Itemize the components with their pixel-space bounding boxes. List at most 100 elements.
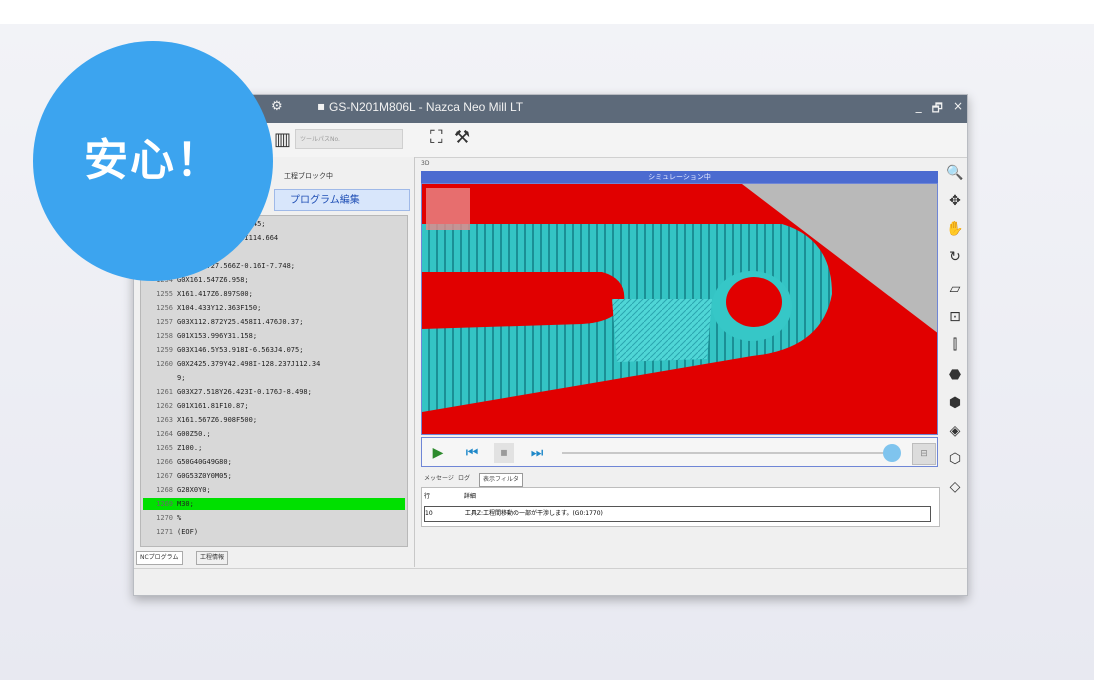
code-line[interactable]: 9; <box>143 372 405 384</box>
slider-knob[interactable] <box>883 444 901 462</box>
code-line[interactable]: 1262 G01X161.81F10.87; <box>143 400 405 412</box>
code-line[interactable]: 1269 M30; <box>143 498 405 510</box>
end-button[interactable]: ⊟ <box>912 443 936 465</box>
code-line[interactable]: 1263 X161.567Z6.908F500; <box>143 414 405 426</box>
code-line[interactable]: 1270% <box>143 512 405 524</box>
stock-view-icon[interactable]: ◇ <box>945 477 965 497</box>
tab-display-filter[interactable]: 表示フィルタ <box>479 473 523 487</box>
line-number: 1268 <box>156 486 173 494</box>
code-text: G03X146.5Y53.918I-6.563J4.075; <box>177 346 304 354</box>
code-line[interactable]: 1256 X104.433Y12.363F150; <box>143 302 405 314</box>
line-number: 1261 <box>156 388 173 396</box>
solid-view-icon[interactable]: ⬣ <box>945 365 965 385</box>
machine-icon[interactable]: ⛶ <box>430 127 443 148</box>
tab-process-info[interactable]: 工程情報 <box>196 551 229 565</box>
line-number: 1264 <box>156 430 173 438</box>
fit-icon[interactable]: ⊡ <box>945 307 965 327</box>
pan-icon[interactable]: ✥ <box>945 191 965 211</box>
code-line[interactable]: 1261 G03X27.518Y26.423I-0.176J-8.498; <box>143 386 405 398</box>
code-text: G03X27.518Y26.423I-0.176J-8.498; <box>177 388 312 396</box>
code-text: G0X2425.379Y42.498I-128.237J112.34 <box>177 360 321 368</box>
3d-viewport[interactable] <box>421 183 938 435</box>
code-text: Z100.; <box>177 444 203 452</box>
code-line[interactable]: 1258 G01X153.996Y31.158; <box>143 330 405 342</box>
hand-icon[interactable]: ✋ <box>945 219 965 239</box>
playback-controls: ▶ ⏮ ⏹ ⏭ ⊟ <box>421 437 938 467</box>
zoom-icon[interactable]: 🔍 <box>945 163 965 183</box>
tool-icon[interactable]: ⫿ <box>945 335 965 355</box>
tool-change-icon[interactable]: ⚒ <box>454 127 470 148</box>
line-number: 1265 <box>156 444 173 452</box>
code-text: X161.417Z6.897S00; <box>177 290 253 298</box>
rotate-icon[interactable]: ↻ <box>945 247 965 267</box>
code-line[interactable]: 1260 G0X2425.379Y42.498I-128.237J112.34 <box>143 358 405 370</box>
code-text: G01X161.81F10.87; <box>177 402 249 410</box>
line-number: 1263 <box>156 416 173 424</box>
code-line[interactable]: 1257 G03X112.872Y25.458I1.476J0.37; <box>143 316 405 328</box>
line-number: 1270 <box>156 514 173 522</box>
tool-indicator <box>426 188 470 230</box>
code-line[interactable]: 1266 G50G40G49G80; <box>143 456 405 468</box>
message-list: 行 詳細 10 工具Z:工程間移動の一部が干渉します。(G0:1770) <box>421 487 940 527</box>
box-view-icon[interactable]: ⬡ <box>945 449 965 469</box>
block-status-label: 工程ブロック中 <box>284 172 333 180</box>
code-line[interactable]: 1267 G0G53Z0Y0M05; <box>143 470 405 482</box>
program-edit-button[interactable]: プログラム編集 <box>274 189 410 211</box>
iso-view-icon[interactable]: ◈ <box>945 421 965 441</box>
window-controls: _ 🗗 × <box>916 99 963 120</box>
code-text: 9; <box>177 374 186 382</box>
pocket-floor-mesh <box>612 299 712 362</box>
code-line[interactable]: 1268 G28X0Y0; <box>143 484 405 496</box>
slot-pocket <box>422 272 625 329</box>
plane-icon[interactable]: ▱ <box>945 279 965 299</box>
line-number: 1257 <box>156 318 173 326</box>
code-text: (EOF) <box>177 528 199 536</box>
code-line[interactable]: 1259 G03X146.5Y53.918I-6.563J4.075; <box>143 344 405 356</box>
line-number: 1256 <box>156 304 173 312</box>
tab-log[interactable]: ログ <box>455 473 473 485</box>
step-back-icon[interactable]: ⏮ <box>462 443 482 463</box>
line-number: 1266 <box>156 458 173 466</box>
message-row[interactable]: 10 工具Z:工程間移動の一部が干渉します。(G0:1770) <box>424 506 931 522</box>
program-tabs: NCプログラム 工程情報 <box>134 549 414 565</box>
toolpath-field[interactable]: ツールパスNo. <box>295 129 403 149</box>
line-number: 1262 <box>156 402 173 410</box>
tool-list-icon[interactable]: ▥ <box>274 129 291 150</box>
code-text: G50G40G49G80; <box>177 458 232 466</box>
simulation-pane: 3D シミュレーション中 ▶ ⏮ ⏹ ⏭ ⊟ メッセージ ログ 表示フィルタ 行… <box>420 157 940 567</box>
wire-view-icon[interactable]: ⬢ <box>945 393 965 413</box>
code-line[interactable]: 1264 G00Z50.; <box>143 428 405 440</box>
restore-button[interactable]: 🗗 <box>932 99 943 120</box>
simulation-status-bar: シミュレーション中 <box>421 171 938 183</box>
code-text: X104.433Y12.363F150; <box>177 304 262 312</box>
close-button[interactable]: × <box>953 99 963 120</box>
play-icon[interactable]: ▶ <box>428 443 448 463</box>
progress-slider[interactable] <box>562 452 887 454</box>
message-header: 行 詳細 <box>424 493 476 500</box>
badge-text: 安心！ <box>84 135 222 186</box>
code-text: G00Z50.; <box>177 430 211 438</box>
code-text: G01X153.996Y31.158; <box>177 332 258 340</box>
reassurance-badge: 安心！ <box>33 41 273 281</box>
line-number: 1255 <box>156 290 173 298</box>
line-number: 1259 <box>156 346 173 354</box>
code-line[interactable]: 1255 X161.417Z6.897S00; <box>143 288 405 300</box>
code-text: G0G53Z0Y0M05; <box>177 472 232 480</box>
code-line[interactable]: 1271 (EOF) <box>143 526 405 538</box>
code-text: X161.567Z6.908F500; <box>177 416 258 424</box>
skip-icon[interactable]: ⏭ <box>527 443 547 463</box>
step-icon[interactable]: ⏹ <box>494 443 514 463</box>
window-title: GS-N201M806L - Nazca Neo Mill LT <box>329 100 524 114</box>
tab-messages[interactable]: メッセージ <box>421 473 457 485</box>
tab-nc-program[interactable]: NCプログラム <box>136 551 183 565</box>
hole <box>726 277 782 327</box>
code-line[interactable]: 1265 Z100.; <box>143 442 405 454</box>
view-label: 3D <box>421 160 430 167</box>
status-bar <box>134 568 967 595</box>
code-text: M30; <box>177 500 194 508</box>
line-number: 1258 <box>156 332 173 340</box>
quick-access-dot: ▪ <box>317 99 326 113</box>
view-toolstrip: 🔍 ✥ ✋ ↻ ▱ ⊡ ⫿ ⬣ ⬢ ◈ ⬡ ◇ <box>944 163 966 523</box>
minimize-button[interactable]: _ <box>916 99 922 120</box>
line-number: 1271 <box>156 528 173 536</box>
